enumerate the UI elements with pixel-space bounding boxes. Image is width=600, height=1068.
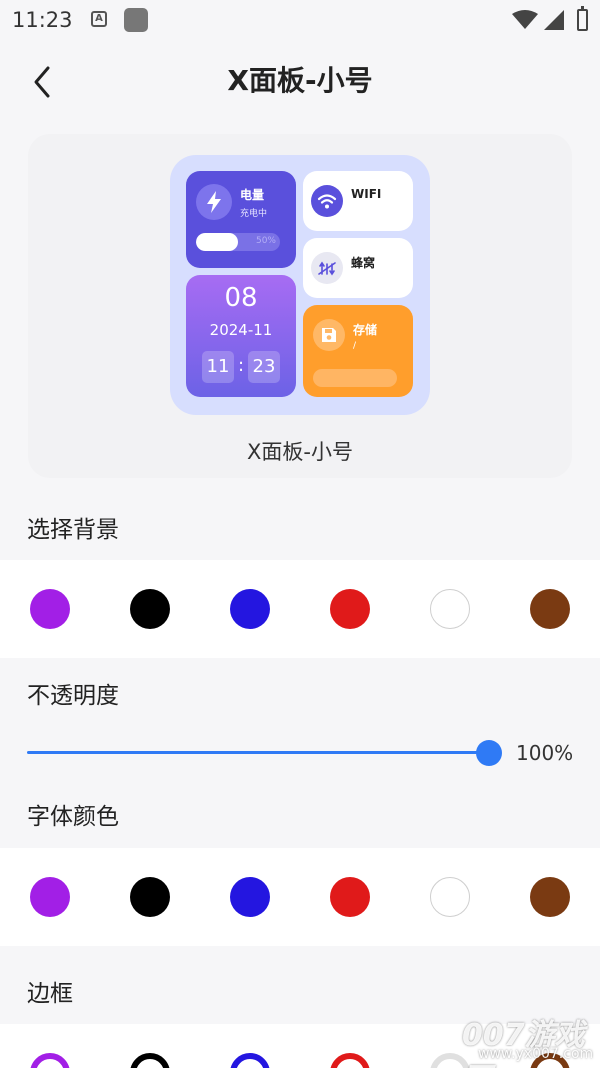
date-year-month: 2024-11 xyxy=(209,321,273,339)
time-colon: : xyxy=(237,355,245,376)
preview-caption: X面板-小号 xyxy=(247,440,353,464)
battery-level-fill xyxy=(196,233,238,251)
cellular-off-icon xyxy=(311,252,343,284)
watermark-url: www.yx007.com xyxy=(478,1046,594,1062)
background-swatch-brown[interactable] xyxy=(530,589,570,629)
font-color-swatch-black[interactable] xyxy=(130,877,170,917)
border-swatch-blue[interactable] xyxy=(230,1053,270,1068)
status-time: 11:23 xyxy=(12,8,73,32)
wifi-label: WIFI xyxy=(351,187,382,201)
signal-icon xyxy=(544,10,564,30)
border-section-title: 边框 xyxy=(27,981,73,1007)
storage-value: / xyxy=(353,341,357,351)
cellular-label: 蜂窝 xyxy=(351,256,376,270)
page-title: X面板-小号 xyxy=(227,64,373,97)
storage-bar xyxy=(313,369,397,387)
border-swatch-black[interactable] xyxy=(130,1053,170,1068)
time-hour: 11 xyxy=(202,351,234,383)
opacity-value: 100% xyxy=(516,741,574,765)
battery-title: 电量 xyxy=(240,188,265,202)
battery-level-bar: 50% xyxy=(196,233,280,251)
background-swatch-black[interactable] xyxy=(130,589,170,629)
font-color-swatches xyxy=(0,848,600,946)
time-minute: 23 xyxy=(248,351,280,383)
background-section-title: 选择背景 xyxy=(27,517,119,543)
opacity-slider-thumb[interactable] xyxy=(476,740,502,766)
wifi-icon xyxy=(311,185,343,217)
date-day: 08 xyxy=(224,283,258,313)
bolt-icon xyxy=(196,184,232,220)
border-swatch-purple[interactable] xyxy=(30,1053,70,1068)
widget-preview: 电量 充电中 50% WIFI 蜂窝 08 2024-11 11 : 23 存储… xyxy=(170,155,430,415)
status-bar: 11:23 A xyxy=(0,0,600,40)
battery-tile: 电量 充电中 50% xyxy=(186,171,296,268)
border-swatch-red[interactable] xyxy=(330,1053,370,1068)
wifi-tile: WIFI xyxy=(303,171,413,231)
storage-tile: 存储 / xyxy=(303,305,413,397)
background-swatch-white[interactable] xyxy=(430,589,470,629)
font-color-swatch-brown[interactable] xyxy=(530,877,570,917)
battery-charging-icon xyxy=(577,6,588,31)
font-color-swatch-blue[interactable] xyxy=(230,877,270,917)
font-color-swatch-white[interactable] xyxy=(430,877,470,917)
cellular-tile: 蜂窝 xyxy=(303,238,413,298)
font-color-swatch-red[interactable] xyxy=(330,877,370,917)
background-swatch-blue[interactable] xyxy=(230,589,270,629)
background-swatch-red[interactable] xyxy=(330,589,370,629)
wifi-icon xyxy=(512,10,538,29)
battery-percent: 50% xyxy=(255,236,276,246)
opacity-slider-track[interactable] xyxy=(27,751,489,754)
save-icon xyxy=(313,319,345,351)
battery-status: 充电中 xyxy=(240,209,268,219)
keyboard-a-icon: A xyxy=(91,11,107,27)
app-square-icon xyxy=(124,8,148,32)
opacity-section-title: 不透明度 xyxy=(27,683,119,709)
background-swatches xyxy=(0,560,600,658)
font-color-swatch-purple[interactable] xyxy=(30,877,70,917)
background-swatch-purple[interactable] xyxy=(30,589,70,629)
storage-title: 存储 xyxy=(353,323,378,337)
date-tile: 08 2024-11 11 : 23 xyxy=(186,275,296,397)
font-color-section-title: 字体颜色 xyxy=(27,804,119,830)
